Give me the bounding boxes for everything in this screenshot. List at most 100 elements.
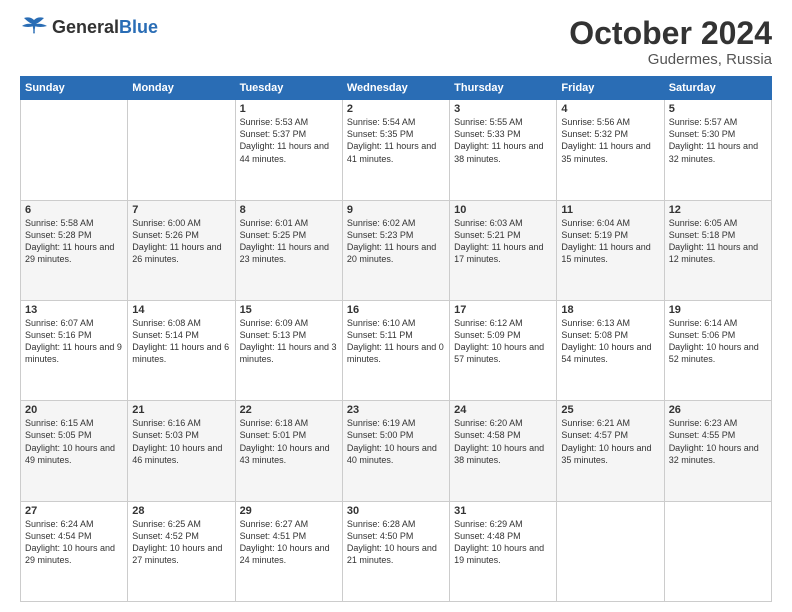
day-content: Sunrise: 6:20 AM Sunset: 4:58 PM Dayligh… [454, 417, 552, 466]
day-content: Sunrise: 6:28 AM Sunset: 4:50 PM Dayligh… [347, 518, 445, 567]
day-number: 10 [454, 204, 552, 216]
calendar-table: Sunday Monday Tuesday Wednesday Thursday… [20, 76, 772, 602]
day-content: Sunrise: 6:05 AM Sunset: 5:18 PM Dayligh… [669, 217, 767, 266]
calendar-cell: 27Sunrise: 6:24 AM Sunset: 4:54 PM Dayli… [21, 501, 128, 601]
calendar-cell: 28Sunrise: 6:25 AM Sunset: 4:52 PM Dayli… [128, 501, 235, 601]
day-number: 28 [132, 505, 230, 517]
day-content: Sunrise: 5:57 AM Sunset: 5:30 PM Dayligh… [669, 116, 767, 165]
calendar-cell: 13Sunrise: 6:07 AM Sunset: 5:16 PM Dayli… [21, 300, 128, 400]
day-content: Sunrise: 6:03 AM Sunset: 5:21 PM Dayligh… [454, 217, 552, 266]
calendar-cell [664, 501, 771, 601]
logo-blue: Blue [119, 17, 158, 37]
day-content: Sunrise: 6:09 AM Sunset: 5:13 PM Dayligh… [240, 317, 338, 366]
day-content: Sunrise: 6:25 AM Sunset: 4:52 PM Dayligh… [132, 518, 230, 567]
calendar-cell: 6Sunrise: 5:58 AM Sunset: 5:28 PM Daylig… [21, 200, 128, 300]
week-row-2: 6Sunrise: 5:58 AM Sunset: 5:28 PM Daylig… [21, 200, 772, 300]
calendar-cell: 2Sunrise: 5:54 AM Sunset: 5:35 PM Daylig… [342, 100, 449, 200]
day-content: Sunrise: 6:08 AM Sunset: 5:14 PM Dayligh… [132, 317, 230, 366]
day-content: Sunrise: 6:19 AM Sunset: 5:00 PM Dayligh… [347, 417, 445, 466]
day-number: 1 [240, 103, 338, 115]
page: GeneralBlue October 2024 Gudermes, Russi… [0, 0, 792, 612]
col-wednesday: Wednesday [342, 77, 449, 100]
calendar-cell: 11Sunrise: 6:04 AM Sunset: 5:19 PM Dayli… [557, 200, 664, 300]
day-number: 29 [240, 505, 338, 517]
day-content: Sunrise: 6:24 AM Sunset: 4:54 PM Dayligh… [25, 518, 123, 567]
day-number: 22 [240, 404, 338, 416]
month-title: October 2024 [569, 16, 772, 51]
day-number: 6 [25, 204, 123, 216]
day-number: 21 [132, 404, 230, 416]
calendar-cell: 23Sunrise: 6:19 AM Sunset: 5:00 PM Dayli… [342, 401, 449, 501]
calendar-cell: 20Sunrise: 6:15 AM Sunset: 5:05 PM Dayli… [21, 401, 128, 501]
day-content: Sunrise: 5:54 AM Sunset: 5:35 PM Dayligh… [347, 116, 445, 165]
col-friday: Friday [557, 77, 664, 100]
calendar-cell: 12Sunrise: 6:05 AM Sunset: 5:18 PM Dayli… [664, 200, 771, 300]
day-number: 27 [25, 505, 123, 517]
calendar-cell: 7Sunrise: 6:00 AM Sunset: 5:26 PM Daylig… [128, 200, 235, 300]
week-row-3: 13Sunrise: 6:07 AM Sunset: 5:16 PM Dayli… [21, 300, 772, 400]
calendar-cell: 30Sunrise: 6:28 AM Sunset: 4:50 PM Dayli… [342, 501, 449, 601]
calendar-cell: 15Sunrise: 6:09 AM Sunset: 5:13 PM Dayli… [235, 300, 342, 400]
day-number: 30 [347, 505, 445, 517]
calendar-cell: 16Sunrise: 6:10 AM Sunset: 5:11 PM Dayli… [342, 300, 449, 400]
week-row-1: 1Sunrise: 5:53 AM Sunset: 5:37 PM Daylig… [21, 100, 772, 200]
calendar-cell: 31Sunrise: 6:29 AM Sunset: 4:48 PM Dayli… [450, 501, 557, 601]
day-number: 14 [132, 304, 230, 316]
logo-text: GeneralBlue [52, 17, 158, 38]
day-number: 12 [669, 204, 767, 216]
calendar-cell: 9Sunrise: 6:02 AM Sunset: 5:23 PM Daylig… [342, 200, 449, 300]
day-content: Sunrise: 6:01 AM Sunset: 5:25 PM Dayligh… [240, 217, 338, 266]
calendar-cell: 8Sunrise: 6:01 AM Sunset: 5:25 PM Daylig… [235, 200, 342, 300]
calendar-cell [557, 501, 664, 601]
day-content: Sunrise: 6:27 AM Sunset: 4:51 PM Dayligh… [240, 518, 338, 567]
col-tuesday: Tuesday [235, 77, 342, 100]
calendar-cell [21, 100, 128, 200]
day-number: 5 [669, 103, 767, 115]
logo-general: General [52, 17, 119, 37]
day-number: 3 [454, 103, 552, 115]
calendar-cell: 1Sunrise: 5:53 AM Sunset: 5:37 PM Daylig… [235, 100, 342, 200]
calendar-cell: 14Sunrise: 6:08 AM Sunset: 5:14 PM Dayli… [128, 300, 235, 400]
calendar-header-row: Sunday Monday Tuesday Wednesday Thursday… [21, 77, 772, 100]
day-content: Sunrise: 6:07 AM Sunset: 5:16 PM Dayligh… [25, 317, 123, 366]
logo: GeneralBlue [20, 16, 158, 38]
day-content: Sunrise: 6:04 AM Sunset: 5:19 PM Dayligh… [561, 217, 659, 266]
day-number: 25 [561, 404, 659, 416]
day-number: 19 [669, 304, 767, 316]
week-row-4: 20Sunrise: 6:15 AM Sunset: 5:05 PM Dayli… [21, 401, 772, 501]
calendar-cell: 21Sunrise: 6:16 AM Sunset: 5:03 PM Dayli… [128, 401, 235, 501]
day-number: 16 [347, 304, 445, 316]
calendar-cell: 5Sunrise: 5:57 AM Sunset: 5:30 PM Daylig… [664, 100, 771, 200]
week-row-5: 27Sunrise: 6:24 AM Sunset: 4:54 PM Dayli… [21, 501, 772, 601]
day-content: Sunrise: 6:15 AM Sunset: 5:05 PM Dayligh… [25, 417, 123, 466]
col-monday: Monday [128, 77, 235, 100]
day-content: Sunrise: 6:23 AM Sunset: 4:55 PM Dayligh… [669, 417, 767, 466]
day-content: Sunrise: 6:00 AM Sunset: 5:26 PM Dayligh… [132, 217, 230, 266]
day-number: 15 [240, 304, 338, 316]
location-subtitle: Gudermes, Russia [569, 51, 772, 68]
day-number: 2 [347, 103, 445, 115]
header: GeneralBlue October 2024 Gudermes, Russi… [20, 16, 772, 68]
calendar-cell: 3Sunrise: 5:55 AM Sunset: 5:33 PM Daylig… [450, 100, 557, 200]
day-content: Sunrise: 6:21 AM Sunset: 4:57 PM Dayligh… [561, 417, 659, 466]
calendar-cell: 26Sunrise: 6:23 AM Sunset: 4:55 PM Dayli… [664, 401, 771, 501]
day-content: Sunrise: 5:58 AM Sunset: 5:28 PM Dayligh… [25, 217, 123, 266]
calendar-cell: 22Sunrise: 6:18 AM Sunset: 5:01 PM Dayli… [235, 401, 342, 501]
day-content: Sunrise: 5:56 AM Sunset: 5:32 PM Dayligh… [561, 116, 659, 165]
day-content: Sunrise: 6:29 AM Sunset: 4:48 PM Dayligh… [454, 518, 552, 567]
calendar-cell: 18Sunrise: 6:13 AM Sunset: 5:08 PM Dayli… [557, 300, 664, 400]
calendar-cell [128, 100, 235, 200]
day-content: Sunrise: 6:02 AM Sunset: 5:23 PM Dayligh… [347, 217, 445, 266]
col-saturday: Saturday [664, 77, 771, 100]
calendar-cell: 24Sunrise: 6:20 AM Sunset: 4:58 PM Dayli… [450, 401, 557, 501]
day-content: Sunrise: 6:16 AM Sunset: 5:03 PM Dayligh… [132, 417, 230, 466]
day-number: 11 [561, 204, 659, 216]
day-content: Sunrise: 6:13 AM Sunset: 5:08 PM Dayligh… [561, 317, 659, 366]
col-sunday: Sunday [21, 77, 128, 100]
calendar-cell: 10Sunrise: 6:03 AM Sunset: 5:21 PM Dayli… [450, 200, 557, 300]
day-number: 8 [240, 204, 338, 216]
calendar-cell: 19Sunrise: 6:14 AM Sunset: 5:06 PM Dayli… [664, 300, 771, 400]
day-number: 4 [561, 103, 659, 115]
day-content: Sunrise: 6:14 AM Sunset: 5:06 PM Dayligh… [669, 317, 767, 366]
day-content: Sunrise: 6:18 AM Sunset: 5:01 PM Dayligh… [240, 417, 338, 466]
